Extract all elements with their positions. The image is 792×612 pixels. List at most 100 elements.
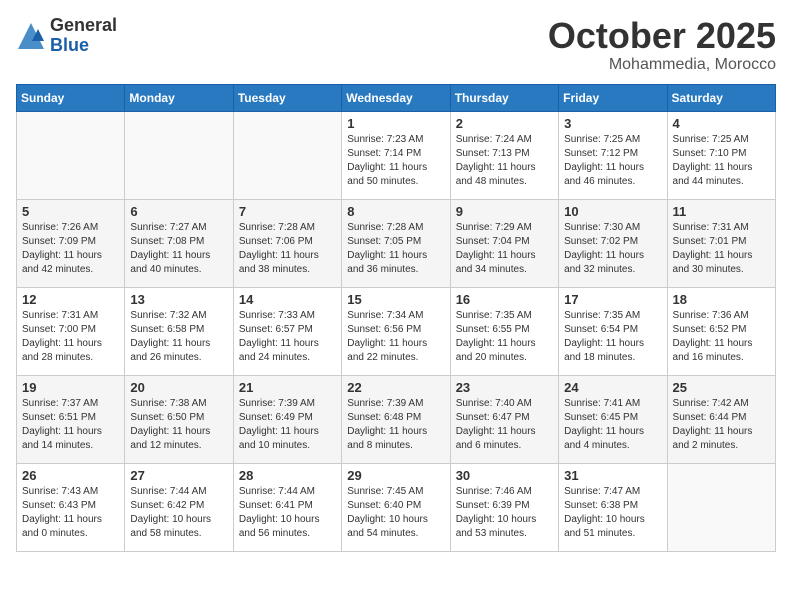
calendar-cell: 9Sunrise: 7:29 AMSunset: 7:04 PMDaylight… bbox=[450, 199, 558, 287]
day-info: Sunrise: 7:47 AMSunset: 6:38 PMDaylight:… bbox=[564, 485, 661, 541]
day-info: Sunrise: 7:44 AMSunset: 6:41 PMDaylight:… bbox=[239, 485, 336, 541]
calendar-cell: 5 Sunrise: 7:26 AMSunset: 7:09 PMDaylight… bbox=[17, 199, 125, 287]
calendar-cell: 25 Sunrise: 7:42 AMSunset: 6:44 PMDayligh… bbox=[667, 375, 775, 463]
col-header-sunday: Sunday bbox=[17, 84, 125, 111]
logo-icon bbox=[16, 21, 46, 51]
day-number: 16 bbox=[456, 292, 553, 307]
calendar-cell: 14 Sunrise: 7:33 AMSunset: 6:57 PMDayligh… bbox=[233, 287, 341, 375]
calendar-cell bbox=[125, 111, 233, 199]
calendar-cell bbox=[233, 111, 341, 199]
day-info: Sunrise: 7:29 AMSunset: 7:04 PMDaylight:… bbox=[456, 221, 553, 277]
calendar-cell: 27 Sunrise: 7:44 AMSunset: 6:42 PMDayligh… bbox=[125, 463, 233, 551]
calendar-cell: 21 Sunrise: 7:39 AMSunset: 6:49 PMDayligh… bbox=[233, 375, 341, 463]
col-header-saturday: Saturday bbox=[667, 84, 775, 111]
day-info: Sunrise: 7:38 AMSunset: 6:50 PMDaylight:… bbox=[130, 397, 227, 453]
day-info: Sunrise: 7:46 AMSunset: 6:39 PMDaylight:… bbox=[456, 485, 553, 541]
col-header-friday: Friday bbox=[559, 84, 667, 111]
calendar-cell: 20Sunrise: 7:38 AMSunset: 6:50 PMDayligh… bbox=[125, 375, 233, 463]
calendar-cell: 19 Sunrise: 7:37 AMSunset: 6:51 PMDayligh… bbox=[17, 375, 125, 463]
day-info: Sunrise: 7:36 AMSunset: 6:52 PMDaylight:… bbox=[673, 309, 770, 365]
calendar-table: SundayMondayTuesdayWednesdayThursdayFrid… bbox=[16, 84, 776, 552]
day-number: 19 bbox=[22, 380, 119, 395]
col-header-tuesday: Tuesday bbox=[233, 84, 341, 111]
day-number: 18 bbox=[673, 292, 770, 307]
day-number: 3 bbox=[564, 116, 661, 131]
day-number: 15 bbox=[347, 292, 444, 307]
calendar-week-5: 26Sunrise: 7:43 AMSunset: 6:43 PMDayligh… bbox=[17, 463, 776, 551]
calendar-cell: 1 Sunrise: 7:23 AMSunset: 7:14 PMDaylight… bbox=[342, 111, 450, 199]
day-number: 14 bbox=[239, 292, 336, 307]
title-block: October 2025 Mohammedia, Morocco bbox=[548, 16, 776, 74]
col-header-monday: Monday bbox=[125, 84, 233, 111]
day-info: Sunrise: 7:40 AMSunset: 6:47 PMDaylight:… bbox=[456, 397, 553, 453]
calendar-cell bbox=[17, 111, 125, 199]
calendar-week-3: 12 Sunrise: 7:31 AMSunset: 7:00 PMDayligh… bbox=[17, 287, 776, 375]
day-number: 8 bbox=[347, 204, 444, 219]
day-number: 25 bbox=[673, 380, 770, 395]
calendar-cell: 29 Sunrise: 7:45 AMSunset: 6:40 PMDayligh… bbox=[342, 463, 450, 551]
day-info: Sunrise: 7:26 AMSunset: 7:09 PMDaylight:… bbox=[22, 221, 119, 277]
day-info: Sunrise: 7:25 AMSunset: 7:10 PMDaylight:… bbox=[673, 133, 770, 189]
calendar-cell: 31 Sunrise: 7:47 AMSunset: 6:38 PMDayligh… bbox=[559, 463, 667, 551]
calendar-cell: 3 Sunrise: 7:25 AMSunset: 7:12 PMDaylight… bbox=[559, 111, 667, 199]
day-number: 2 bbox=[456, 116, 553, 131]
day-number: 26 bbox=[22, 468, 119, 483]
day-info: Sunrise: 7:23 AMSunset: 7:14 PMDaylight:… bbox=[347, 133, 444, 189]
day-number: 31 bbox=[564, 468, 661, 483]
day-number: 11 bbox=[673, 204, 770, 219]
calendar-cell: 23 Sunrise: 7:40 AMSunset: 6:47 PMDayligh… bbox=[450, 375, 558, 463]
day-info: Sunrise: 7:42 AMSunset: 6:44 PMDaylight:… bbox=[673, 397, 770, 453]
day-info: Sunrise: 7:34 AMSunset: 6:56 PMDaylight:… bbox=[347, 309, 444, 365]
month-title: October 2025 bbox=[548, 16, 776, 56]
calendar-week-2: 5 Sunrise: 7:26 AMSunset: 7:09 PMDaylight… bbox=[17, 199, 776, 287]
day-number: 4 bbox=[673, 116, 770, 131]
day-info: Sunrise: 7:35 AMSunset: 6:54 PMDaylight:… bbox=[564, 309, 661, 365]
day-info: Sunrise: 7:28 AMSunset: 7:05 PMDaylight:… bbox=[347, 221, 444, 277]
day-info: Sunrise: 7:45 AMSunset: 6:40 PMDaylight:… bbox=[347, 485, 444, 541]
calendar-cell: 2 Sunrise: 7:24 AMSunset: 7:13 PMDaylight… bbox=[450, 111, 558, 199]
day-number: 10 bbox=[564, 204, 661, 219]
col-header-thursday: Thursday bbox=[450, 84, 558, 111]
day-number: 6 bbox=[130, 204, 227, 219]
calendar-week-1: 1 Sunrise: 7:23 AMSunset: 7:14 PMDaylight… bbox=[17, 111, 776, 199]
day-info: Sunrise: 7:27 AMSunset: 7:08 PMDaylight:… bbox=[130, 221, 227, 277]
day-info: Sunrise: 7:31 AMSunset: 7:00 PMDaylight:… bbox=[22, 309, 119, 365]
day-number: 28 bbox=[239, 468, 336, 483]
calendar-cell: 7Sunrise: 7:28 AMSunset: 7:06 PMDaylight… bbox=[233, 199, 341, 287]
day-number: 23 bbox=[456, 380, 553, 395]
day-info: Sunrise: 7:39 AMSunset: 6:49 PMDaylight:… bbox=[239, 397, 336, 453]
day-number: 29 bbox=[347, 468, 444, 483]
day-info: Sunrise: 7:44 AMSunset: 6:42 PMDaylight:… bbox=[130, 485, 227, 541]
day-info: Sunrise: 7:39 AMSunset: 6:48 PMDaylight:… bbox=[347, 397, 444, 453]
day-info: Sunrise: 7:37 AMSunset: 6:51 PMDaylight:… bbox=[22, 397, 119, 453]
calendar-cell: 28 Sunrise: 7:44 AMSunset: 6:41 PMDayligh… bbox=[233, 463, 341, 551]
day-number: 30 bbox=[456, 468, 553, 483]
day-number: 1 bbox=[347, 116, 444, 131]
day-number: 24 bbox=[564, 380, 661, 395]
calendar-header-row: SundayMondayTuesdayWednesdayThursdayFrid… bbox=[17, 84, 776, 111]
day-info: Sunrise: 7:33 AMSunset: 6:57 PMDaylight:… bbox=[239, 309, 336, 365]
day-info: Sunrise: 7:32 AMSunset: 6:58 PMDaylight:… bbox=[130, 309, 227, 365]
day-info: Sunrise: 7:24 AMSunset: 7:13 PMDaylight:… bbox=[456, 133, 553, 189]
calendar-cell: 8 Sunrise: 7:28 AMSunset: 7:05 PMDaylight… bbox=[342, 199, 450, 287]
day-number: 27 bbox=[130, 468, 227, 483]
day-info: Sunrise: 7:35 AMSunset: 6:55 PMDaylight:… bbox=[456, 309, 553, 365]
logo: General Blue bbox=[16, 16, 117, 56]
calendar-cell: 15 Sunrise: 7:34 AMSunset: 6:56 PMDayligh… bbox=[342, 287, 450, 375]
calendar-cell: 6 Sunrise: 7:27 AMSunset: 7:08 PMDaylight… bbox=[125, 199, 233, 287]
logo-blue-text: Blue bbox=[50, 36, 117, 56]
day-info: Sunrise: 7:30 AMSunset: 7:02 PMDaylight:… bbox=[564, 221, 661, 277]
col-header-wednesday: Wednesday bbox=[342, 84, 450, 111]
day-number: 17 bbox=[564, 292, 661, 307]
day-number: 21 bbox=[239, 380, 336, 395]
calendar-cell: 13Sunrise: 7:32 AMSunset: 6:58 PMDayligh… bbox=[125, 287, 233, 375]
calendar-week-4: 19 Sunrise: 7:37 AMSunset: 6:51 PMDayligh… bbox=[17, 375, 776, 463]
day-number: 22 bbox=[347, 380, 444, 395]
day-info: Sunrise: 7:25 AMSunset: 7:12 PMDaylight:… bbox=[564, 133, 661, 189]
day-number: 12 bbox=[22, 292, 119, 307]
calendar-cell: 22 Sunrise: 7:39 AMSunset: 6:48 PMDayligh… bbox=[342, 375, 450, 463]
calendar-cell: 4 Sunrise: 7:25 AMSunset: 7:10 PMDaylight… bbox=[667, 111, 775, 199]
calendar-cell: 12 Sunrise: 7:31 AMSunset: 7:00 PMDayligh… bbox=[17, 287, 125, 375]
day-number: 5 bbox=[22, 204, 119, 219]
calendar-cell: 30 Sunrise: 7:46 AMSunset: 6:39 PMDayligh… bbox=[450, 463, 558, 551]
